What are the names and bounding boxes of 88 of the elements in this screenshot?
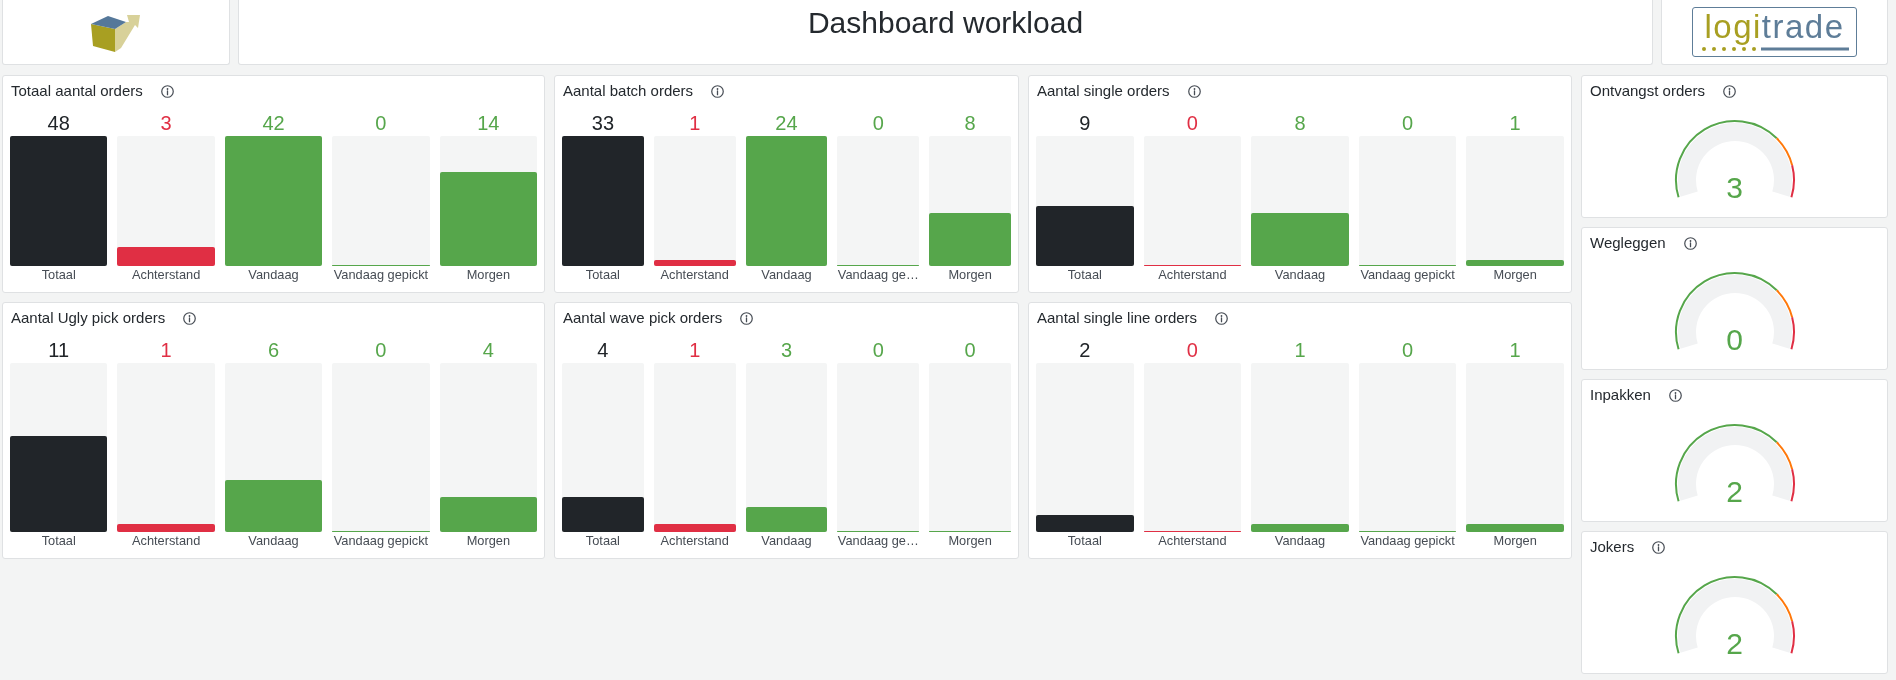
info-icon[interactable]: [1187, 84, 1201, 98]
bar-value: 24: [775, 112, 798, 134]
bar-label: Vandaag gepickt: [333, 267, 429, 283]
bar-label: Totaal: [41, 533, 76, 549]
gauge-value: 2: [1726, 627, 1743, 661]
bar-value: 1: [689, 339, 701, 361]
bar-value: 9: [1079, 112, 1091, 134]
panel-title: Wegleggen: [1590, 233, 1666, 253]
bar-value: 4: [482, 339, 494, 361]
panel-title: Aantal single orders: [1037, 81, 1170, 101]
bar-value: 0: [375, 339, 387, 361]
bar-label: Vandaag: [248, 267, 299, 283]
gauge-value: 3: [1726, 171, 1743, 205]
bar-value: 6: [267, 339, 280, 361]
info-icon[interactable]: [160, 84, 174, 98]
bar-value: 48: [47, 112, 70, 134]
bar-value: 1: [1294, 339, 1306, 361]
bar-label: Vandaag ge…: [837, 267, 919, 283]
bar-label: Vandaag ge…: [837, 533, 919, 549]
bar-label: Totaal: [585, 267, 620, 283]
panel-title: Aantal wave pick orders: [563, 308, 723, 328]
bar-value: 0: [964, 339, 976, 361]
bar-label: Totaal: [585, 533, 620, 549]
bar-value: 1: [160, 339, 172, 361]
bar-label: Achterstand: [131, 533, 201, 549]
bar-label: Morgen: [1493, 533, 1537, 549]
info-icon[interactable]: [740, 311, 754, 325]
bar-value: 14: [477, 112, 500, 134]
gauge-value: 2: [1726, 475, 1743, 509]
bar-value: 8: [964, 112, 976, 134]
panel-title: Aantal batch orders: [563, 81, 694, 101]
bar-value: 0: [872, 339, 884, 361]
gauge-value: 0: [1726, 323, 1743, 357]
bar-value: 0: [1186, 339, 1198, 361]
panel-title: Inpakken: [1590, 385, 1651, 405]
bar-value: 33: [591, 112, 614, 134]
bar-label: Vandaag gepickt: [1360, 533, 1455, 549]
bar-label: Achterstand: [660, 533, 729, 549]
bar-label: Totaal: [1067, 267, 1102, 283]
dashboard-title: Dashboard workload: [807, 5, 1084, 41]
bar-value: 1: [1509, 112, 1521, 134]
bar-value: 4: [597, 339, 609, 361]
bar-value: 0: [1402, 339, 1414, 361]
info-icon[interactable]: [1215, 311, 1229, 325]
bar-label: Vandaag gepickt: [333, 533, 429, 549]
bar-label: Achterstand: [660, 267, 729, 283]
panel-title: Aantal Ugly pick orders: [11, 308, 166, 328]
bar-value: 0: [1402, 112, 1414, 134]
bar-label: Vandaag: [761, 267, 812, 283]
bar-label: Morgen: [948, 533, 992, 549]
info-icon[interactable]: [1668, 388, 1682, 402]
panel-title: Ontvangst orders: [1590, 81, 1706, 101]
bar-value: 42: [262, 112, 285, 134]
bar-label: Morgen: [1493, 267, 1537, 283]
bar-value: 0: [375, 112, 387, 134]
info-icon[interactable]: [1652, 540, 1666, 554]
info-icon[interactable]: [1683, 236, 1697, 250]
bar-value: 1: [689, 112, 701, 134]
bar-label: Totaal: [41, 267, 76, 283]
bar-label: Vandaag: [761, 533, 812, 549]
cube-arrow-icon: [91, 12, 141, 52]
panel-title: Aantal single line orders: [1037, 308, 1198, 328]
bar-label: Morgen: [466, 533, 510, 549]
bar-label: Achterstand: [1158, 533, 1227, 549]
bar-value: 3: [780, 339, 793, 361]
logo-wordmark: logitrade: [1704, 9, 1845, 44]
info-icon[interactable]: [711, 84, 725, 98]
bar-label: Vandaag gepickt: [1360, 267, 1455, 283]
bar-label: Vandaag: [1274, 533, 1326, 549]
bar-value: 8: [1294, 112, 1306, 134]
bar-label: Totaal: [1067, 533, 1102, 549]
bar-label: Vandaag: [248, 533, 299, 549]
panel-title: Totaal aantal orders: [11, 81, 143, 101]
bar-value: 0: [1186, 112, 1198, 134]
underline-dots-icon: [1700, 45, 1849, 52]
bar-value: 3: [160, 112, 172, 134]
bar-value: 11: [48, 339, 70, 361]
bar-label: Achterstand: [1158, 267, 1227, 283]
bar-value: 2: [1079, 339, 1091, 361]
panel-title: Jokers: [1590, 537, 1635, 557]
bar-label: Achterstand: [131, 267, 201, 283]
bar-label: Vandaag: [1274, 267, 1326, 283]
info-icon[interactable]: [1723, 84, 1737, 98]
bar-label: Morgen: [466, 267, 510, 283]
info-icon[interactable]: [183, 311, 197, 325]
bar-value: 1: [1509, 339, 1521, 361]
bar-value: 0: [872, 112, 884, 134]
bar-label: Morgen: [948, 267, 992, 283]
